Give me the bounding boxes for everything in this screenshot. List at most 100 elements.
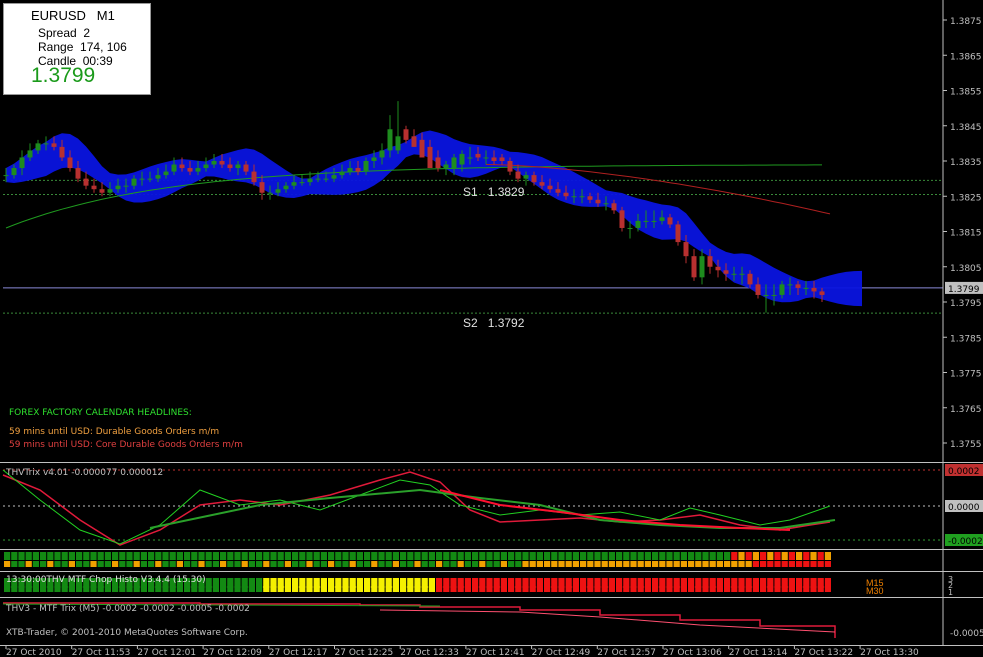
heatmap-cell <box>760 561 767 567</box>
candle-body <box>419 139 425 158</box>
trix-green-line <box>2 469 831 545</box>
price-tick-label: 1.3835 <box>950 158 982 168</box>
heatmap-cell <box>335 561 342 567</box>
heatmap-cell <box>738 552 745 560</box>
heatmap-cell <box>558 552 565 560</box>
heatmap-cell <box>580 561 587 567</box>
candle-body <box>731 273 737 275</box>
heatmap-cell <box>738 561 745 567</box>
heatmap-cell <box>659 586 666 592</box>
heatmap-cell <box>364 586 371 592</box>
time-tick-label: 27 Oct 13:30 <box>860 648 919 657</box>
heatmap-cell <box>673 552 680 560</box>
heatmap-cell <box>774 561 781 567</box>
heatmap-cell <box>191 561 198 567</box>
heatmap-cell <box>385 586 392 592</box>
heatmap-cell <box>810 552 817 560</box>
candle-body <box>595 199 601 204</box>
heatmap-cell <box>803 586 810 592</box>
candle-body <box>643 220 649 222</box>
heatmap-cell <box>767 552 774 560</box>
heatmap-cell <box>328 586 335 592</box>
heatmap-cell <box>104 586 111 592</box>
heatmap-cell <box>292 552 299 560</box>
heatmap-cell <box>695 561 702 567</box>
heatmap-cell <box>752 552 759 560</box>
heatmap-cell <box>119 561 126 567</box>
heatmap-cell <box>630 586 637 592</box>
time-tick-label: 27 Oct 12:57 <box>597 648 656 657</box>
heatmap-cell <box>551 561 558 567</box>
heatmap-cell <box>493 552 500 560</box>
heatmap-cell <box>270 552 277 560</box>
trix-tick-label: 0.0000 <box>948 503 980 513</box>
candle-body <box>187 168 193 172</box>
heatmap-cell <box>371 552 378 560</box>
heatmap-cell <box>248 586 255 592</box>
heatmap-cell <box>493 586 500 592</box>
heatmap-cell <box>40 552 47 560</box>
heatmap-cell <box>342 586 349 592</box>
symbol-label: EURUSD M1 <box>31 8 115 23</box>
heatmap-cell <box>133 561 140 567</box>
price-tick-label: 1.3875 <box>950 17 982 27</box>
heatmap-cell <box>349 561 356 567</box>
price-tick-label: 1.3775 <box>950 370 982 380</box>
candle-body <box>483 157 489 159</box>
heatmap-cell <box>11 586 18 592</box>
candle-body <box>219 161 225 165</box>
heatmap-cell <box>601 552 608 560</box>
heatmap-cell <box>688 552 695 560</box>
heatmap-cell <box>277 586 284 592</box>
heatmap-cell <box>594 552 601 560</box>
candle-body <box>539 182 545 186</box>
heatmap-cell <box>436 586 443 592</box>
heatmap-cell <box>162 561 169 567</box>
heatmap-cell <box>443 586 450 592</box>
trix-indicator-panel[interactable] <box>2 469 943 546</box>
price-tick-label: 1.3785 <box>950 334 982 344</box>
heatmap-cell <box>68 561 75 567</box>
heatmap-cell <box>472 586 479 592</box>
heatmap-cell <box>328 552 335 560</box>
heatmap-cell <box>616 552 623 560</box>
heatmap-cell <box>486 586 493 592</box>
chop-histo-title: 13:30:00THV MTF Chop Histo V3.4.4 (15.30… <box>6 575 206 585</box>
heatmap-cell <box>198 561 205 567</box>
current-price: 1.3799 <box>31 64 96 87</box>
candle-body <box>379 150 385 158</box>
heatmap-cell <box>299 552 306 560</box>
heatmap-cell <box>148 552 155 560</box>
main-price-chart[interactable] <box>3 101 943 314</box>
heatmap-cell <box>61 561 68 567</box>
heatmap-cell <box>47 561 54 567</box>
heatmap-cell <box>61 586 68 592</box>
heatmap-cell <box>248 552 255 560</box>
time-tick-label: 27 Oct 11:53 <box>72 648 131 657</box>
heatmap-cell <box>320 586 327 592</box>
heatmap-cell <box>68 586 75 592</box>
heatmap-cell <box>428 586 435 592</box>
heatmap-cell <box>313 586 320 592</box>
heatmap-cell <box>623 586 630 592</box>
spread-row: Spread 2 <box>38 26 91 40</box>
heatmap-cell <box>169 586 176 592</box>
candle-body <box>499 157 505 161</box>
heatmap-cell <box>335 586 342 592</box>
heatmap-cell <box>54 586 61 592</box>
candle-body <box>699 256 705 278</box>
heatmap-cell <box>500 561 507 567</box>
candle-body <box>59 146 65 158</box>
heatmap-cell <box>205 586 212 592</box>
heatmap-cell <box>630 561 637 567</box>
candle-body <box>251 171 257 183</box>
heatmap-cell <box>464 561 471 567</box>
candle-body <box>651 220 657 222</box>
heatmap-cell <box>515 561 522 567</box>
heatmap-cell <box>54 552 61 560</box>
candle-body <box>339 171 345 176</box>
heatmap-cell <box>248 561 255 567</box>
trix-title: THVTrix v4.01 -0.000077 0.000012 <box>6 468 164 478</box>
heatmap-cell <box>702 552 709 560</box>
candle-body <box>315 178 321 180</box>
